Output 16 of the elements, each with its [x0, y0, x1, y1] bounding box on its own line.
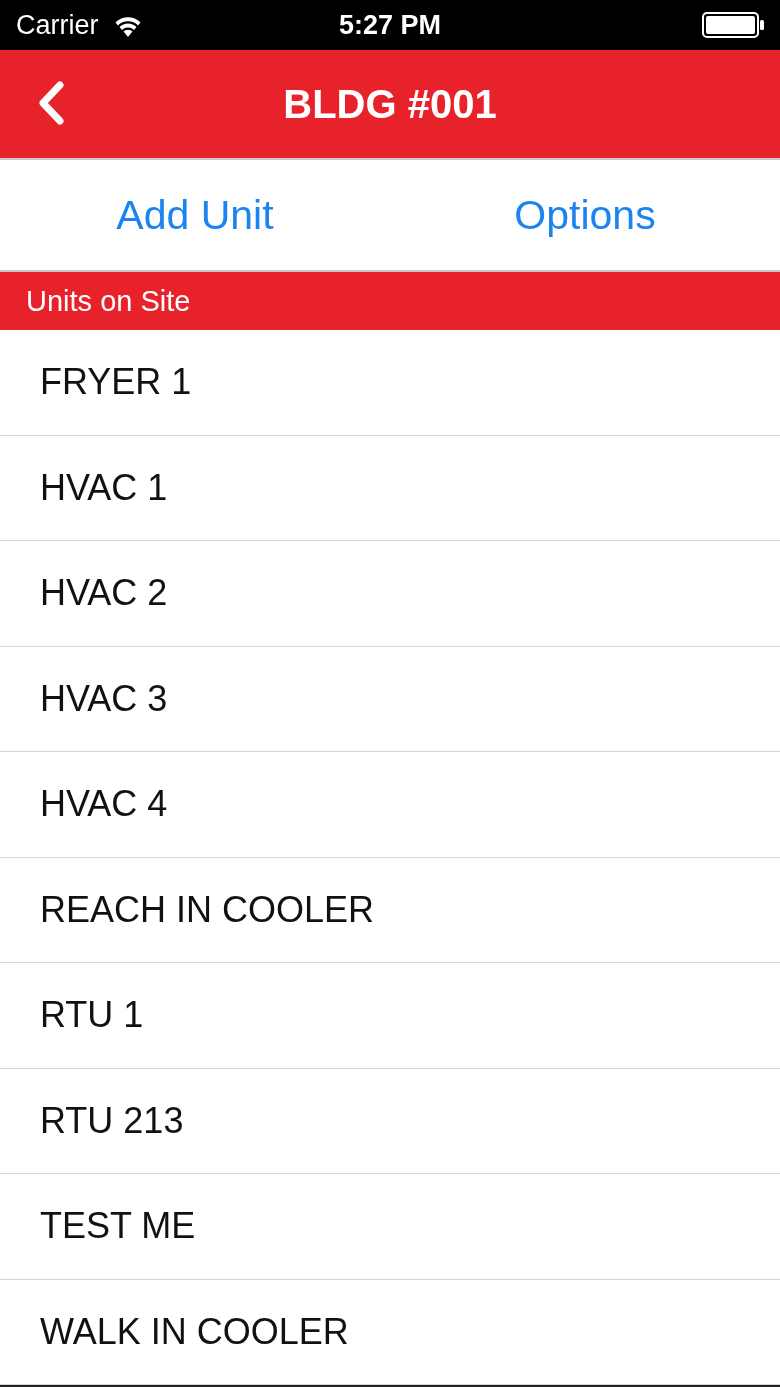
page-title: BLDG #001 [283, 84, 497, 124]
time-label: 5:27 PM [339, 11, 441, 39]
unit-list-item[interactable]: HVAC 2 [0, 541, 780, 647]
section-title: Units on Site [26, 286, 191, 316]
unit-list-item[interactable]: RTU 1 [0, 963, 780, 1069]
unit-list-item[interactable]: HVAC 3 [0, 646, 780, 752]
unit-list-item[interactable]: HVAC 4 [0, 752, 780, 858]
unit-list-item[interactable]: REACH IN COOLER [0, 857, 780, 963]
unit-list-item[interactable]: RTU 213 [0, 1068, 780, 1174]
carrier-label: Carrier [16, 11, 99, 39]
unit-list-item[interactable]: FRYER 1 [0, 330, 780, 436]
unit-list-item[interactable]: HVAC 1 [0, 435, 780, 541]
action-button[interactable]: Add Unit [0, 160, 390, 270]
action-button[interactable]: Options [390, 160, 780, 270]
unit-list-item[interactable]: TEST ME [0, 1174, 780, 1280]
battery-icon [702, 12, 764, 38]
